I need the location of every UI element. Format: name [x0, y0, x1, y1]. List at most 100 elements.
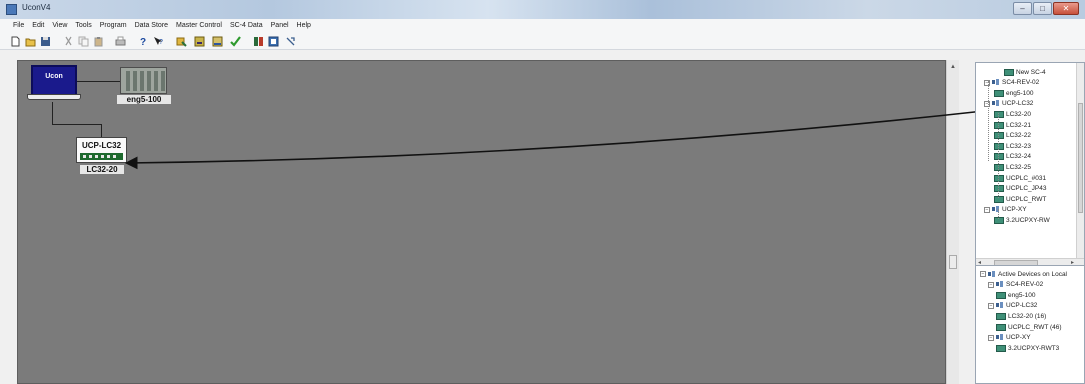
tree-device-item[interactable]: UCPLC_RWT (46) — [996, 322, 1062, 332]
device-icon[interactable] — [194, 36, 205, 47]
menu-file[interactable]: File — [9, 19, 28, 33]
menu-sc4-data[interactable]: SC-4 Data — [226, 19, 267, 33]
paste-icon[interactable] — [93, 36, 104, 47]
app-icon — [6, 4, 17, 15]
print-icon[interactable] — [115, 36, 126, 47]
tree-device-item[interactable]: 3.2UCPXY-RWT3 — [996, 343, 1059, 353]
network-group-icon — [996, 302, 1004, 309]
menu-master-control[interactable]: Master Control — [172, 19, 226, 33]
tree-item-label: UCP-XY — [1006, 334, 1031, 342]
menu-tools[interactable]: Tools — [71, 19, 95, 33]
open-folder-icon[interactable] — [25, 36, 36, 47]
window-title: UconV4 — [22, 3, 51, 12]
tree-item-label: UCP-XY — [1002, 206, 1027, 214]
tree-vertical-scrollbar[interactable] — [1076, 63, 1084, 267]
device-module-icon — [994, 121, 1004, 129]
device-module-icon — [1004, 68, 1014, 76]
tree-device-item[interactable]: LC32-22 — [994, 131, 1031, 141]
refresh-icon[interactable] — [268, 36, 279, 47]
tree-group-item[interactable]: − SC4-REV-02 — [984, 78, 1039, 88]
device-module-icon — [994, 216, 1004, 224]
tree-item-label: Active Devices on Local — [998, 270, 1068, 278]
minimize-button[interactable]: – — [1013, 2, 1032, 15]
canvas-vertical-scrollbar[interactable]: ▲ — [946, 60, 959, 384]
scroll-thumb[interactable] — [949, 255, 957, 269]
sc4-slot — [140, 71, 144, 91]
menu-panel[interactable]: Panel — [267, 19, 293, 33]
ucp-device[interactable]: UCP-LC32 — [76, 137, 127, 163]
tree-item-label: UCP-LC32 — [1006, 302, 1038, 310]
maximize-button[interactable]: □ — [1033, 2, 1052, 15]
network-group-icon — [988, 270, 996, 278]
device-module-icon — [994, 163, 1004, 171]
laptop-base — [27, 94, 81, 100]
collapse-toggle-icon[interactable]: − — [984, 79, 990, 86]
tree-item-label: UCPLC_JP43 — [1006, 185, 1047, 193]
collapse-toggle-icon[interactable]: − — [988, 334, 994, 341]
tree-item-label: UCPLC_RWT — [1006, 195, 1047, 203]
collapse-toggle-icon[interactable]: − — [984, 206, 990, 213]
data-icon[interactable] — [212, 36, 223, 47]
scroll-up-icon[interactable]: ▲ — [950, 64, 956, 70]
tree-connector-line — [998, 113, 999, 198]
help-icon[interactable]: ? — [138, 36, 149, 47]
network-canvas[interactable] — [17, 60, 946, 384]
network-group-icon — [996, 281, 1004, 288]
tree-device-item[interactable]: UCPLC_#031 — [994, 173, 1046, 183]
tree-device-item[interactable]: eng5-100 — [996, 290, 1035, 300]
cut-icon[interactable] — [63, 36, 74, 47]
device-module-icon — [994, 132, 1004, 140]
tree-device-item[interactable]: eng5-100 — [994, 88, 1033, 98]
grid-icon[interactable] — [253, 36, 264, 47]
tree-device-item[interactable]: LC32-25 — [994, 162, 1031, 172]
tree-group-item[interactable]: − UCP-XY — [988, 333, 1031, 343]
tree-device-item[interactable]: LC32-23 — [994, 141, 1031, 151]
menu-help[interactable]: Help — [293, 19, 315, 33]
active-devices-panel: − Active Devices on Local − SC4-REV-02 eng5-… — [975, 265, 1085, 384]
new-file-icon[interactable] — [10, 36, 21, 47]
device-module-icon — [994, 185, 1004, 193]
connect-icon[interactable] — [176, 36, 187, 47]
copy-icon[interactable] — [78, 36, 89, 47]
tree-group-item[interactable]: − UCP-LC32 — [984, 99, 1033, 109]
tree-device-item[interactable]: LC32-20 — [994, 109, 1031, 119]
tree-item-label: New SC-4 — [1016, 68, 1046, 76]
tree-scroll-thumb[interactable] — [1078, 103, 1083, 213]
close-button[interactable]: ✕ — [1053, 2, 1079, 15]
sc4-device[interactable] — [120, 67, 167, 94]
device-module-icon — [996, 323, 1006, 331]
check-icon[interactable] — [230, 36, 241, 47]
tree-device-item[interactable]: LC32-20 (16) — [996, 311, 1046, 321]
menu-view[interactable]: View — [48, 19, 71, 33]
menu-edit[interactable]: Edit — [28, 19, 48, 33]
tree-item-label: LC32-24 — [1006, 153, 1031, 161]
save-icon[interactable] — [40, 36, 51, 47]
collapse-toggle-icon[interactable]: − — [988, 281, 994, 288]
sc4-slot — [147, 71, 151, 91]
tree-item-label: LC32-22 — [1006, 132, 1031, 140]
tree-item-label: SC4-REV-02 — [1006, 281, 1044, 289]
sc4-slot — [133, 71, 137, 91]
tree-device-item[interactable]: New SC-4 — [1004, 67, 1046, 77]
tree-group-item[interactable]: − SC4-REV-02 — [988, 280, 1043, 290]
host-computer[interactable]: Ucon — [27, 65, 81, 102]
menu-data-store[interactable]: Data Store — [131, 19, 172, 33]
tree-group-item[interactable]: − UCP-XY — [984, 205, 1027, 215]
tree-device-item[interactable]: UCPLC_JP43 — [994, 184, 1046, 194]
collapse-toggle-icon[interactable]: − — [984, 100, 990, 107]
device-module-icon — [996, 291, 1006, 299]
tree-group-item[interactable]: − UCP-LC32 — [988, 301, 1037, 311]
device-module-icon — [996, 312, 1006, 320]
tree-item-label: SC4-REV-02 — [1002, 79, 1040, 87]
tree-device-item[interactable]: LC32-24 — [994, 152, 1031, 162]
context-help-icon[interactable]: ? — [153, 36, 164, 47]
pin-icon[interactable] — [285, 36, 296, 47]
tree-device-item[interactable]: UCPLC_RWT — [994, 194, 1046, 204]
tree-group-item[interactable]: − Active Devices on Local — [980, 269, 1067, 279]
tree-device-item[interactable]: 3.2UCPXY-RW — [994, 215, 1050, 225]
device-module-icon — [994, 174, 1004, 182]
collapse-toggle-icon[interactable]: − — [988, 302, 994, 309]
collapse-toggle-icon[interactable]: − — [980, 271, 986, 277]
tree-device-item[interactable]: LC32-21 — [994, 120, 1031, 130]
menu-program[interactable]: Program — [96, 19, 131, 33]
